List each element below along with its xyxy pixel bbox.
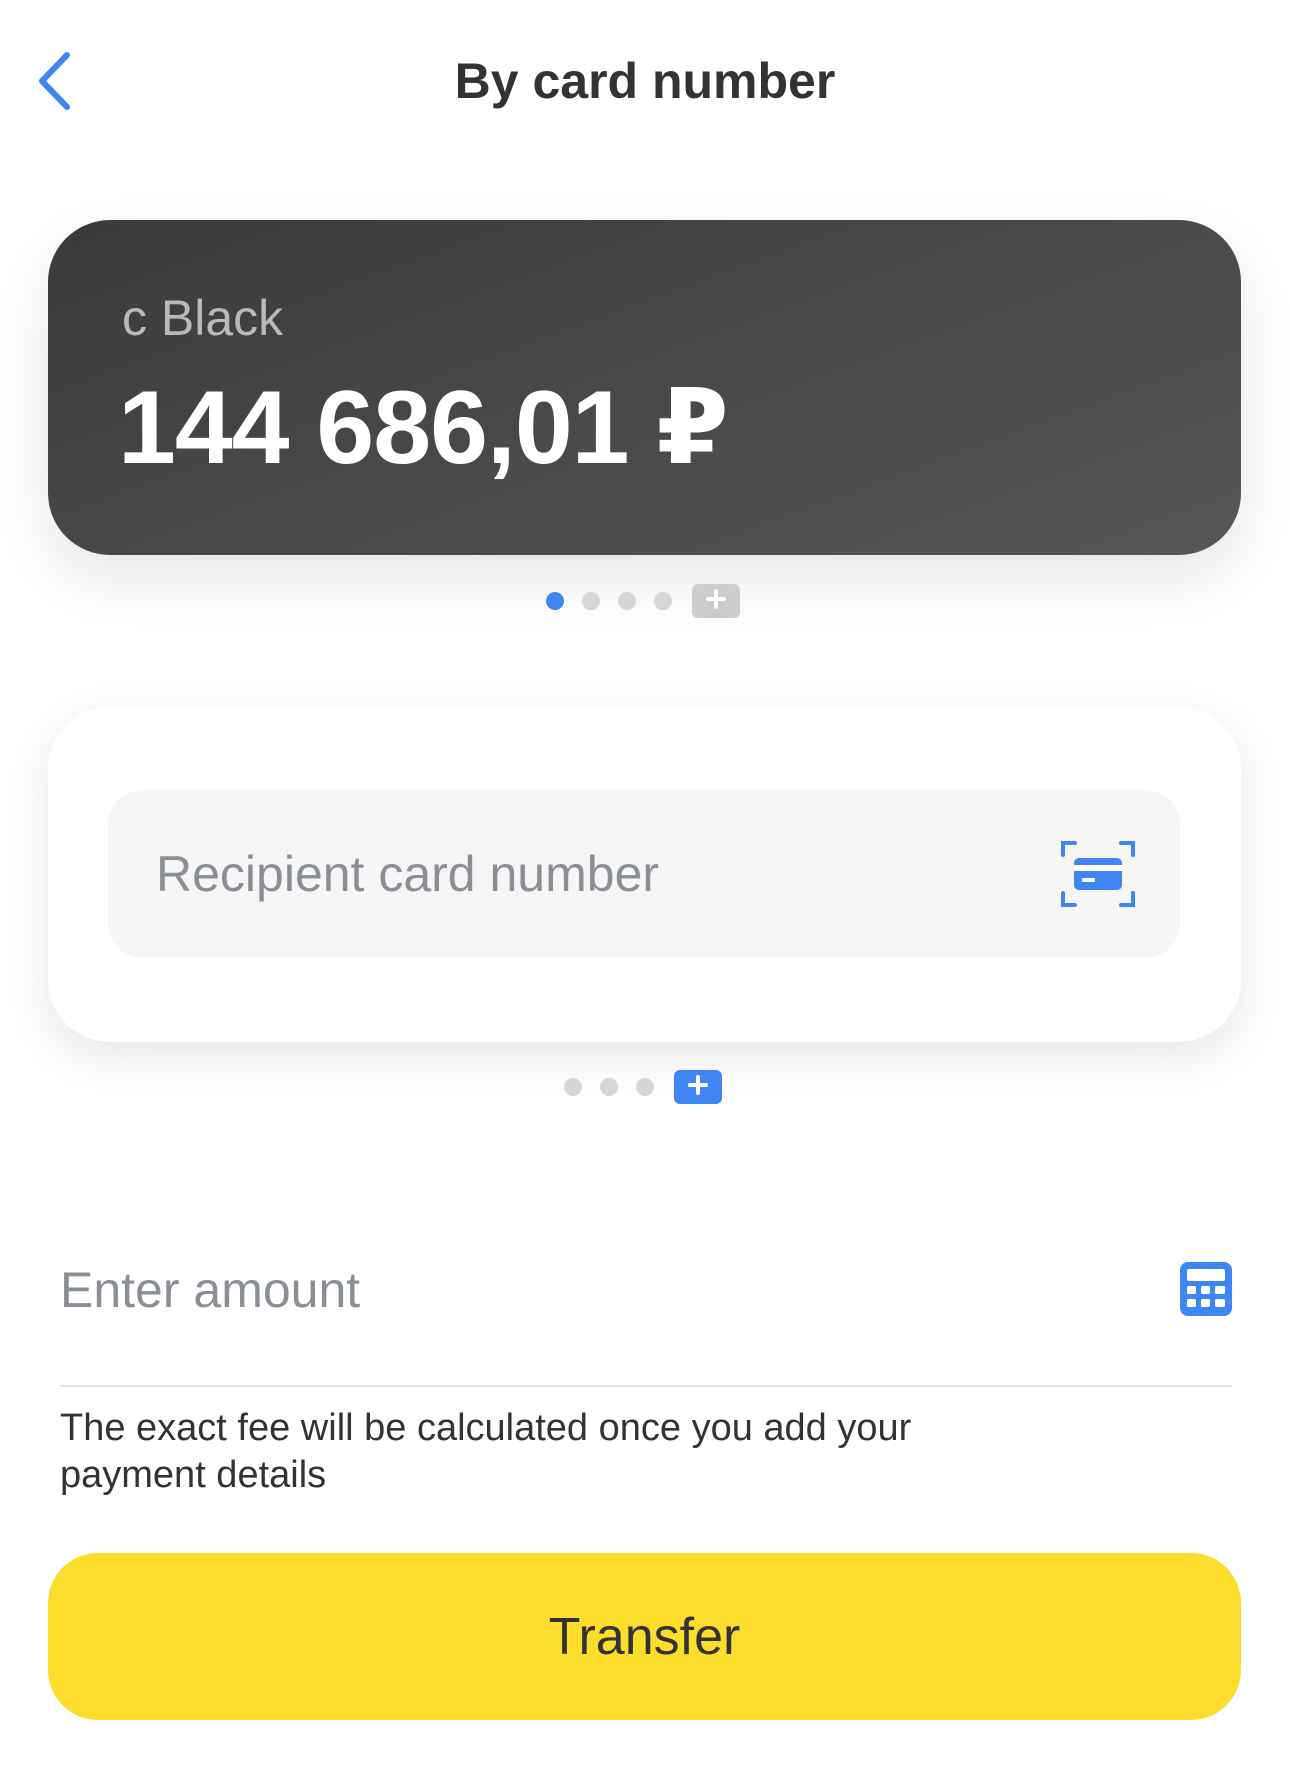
pager-dot[interactable] (618, 592, 636, 610)
pager-dot[interactable] (600, 1078, 618, 1096)
recipient-card-number-placeholder: Recipient card number (156, 846, 660, 902)
amount-placeholder: Enter amount (60, 1262, 361, 1318)
pager-dot[interactable] (654, 592, 672, 610)
add-recipient-card-button[interactable] (674, 1070, 722, 1104)
amount-input[interactable]: Enter amount (60, 1240, 1232, 1387)
transfer-button[interactable]: Transfer (48, 1553, 1241, 1720)
recipient-card-number-field[interactable]: Recipient card number (108, 790, 1180, 958)
pager-dot[interactable] (564, 1078, 582, 1096)
scan-card-icon[interactable] (1060, 840, 1136, 908)
pager-dot[interactable] (636, 1078, 654, 1096)
recipient-card: Recipient card number (48, 707, 1241, 1042)
recipient-card-pager (564, 1070, 722, 1104)
plus-icon (687, 1074, 709, 1101)
source-card-balance: 144 686,01 ₽ (118, 370, 729, 486)
source-card[interactable]: с Black 144 686,01 ₽ (48, 220, 1241, 555)
page-title: By card number (454, 53, 836, 109)
pager-dot[interactable] (582, 592, 600, 610)
plus-icon (705, 588, 727, 615)
fee-note: The exact fee will be calculated once yo… (60, 1407, 912, 1496)
source-card-name: с Black (122, 290, 284, 346)
add-source-card-button[interactable] (692, 584, 740, 618)
pager-dot-active[interactable] (546, 592, 564, 610)
calculator-icon[interactable] (1178, 1260, 1234, 1318)
source-card-pager (546, 584, 740, 618)
